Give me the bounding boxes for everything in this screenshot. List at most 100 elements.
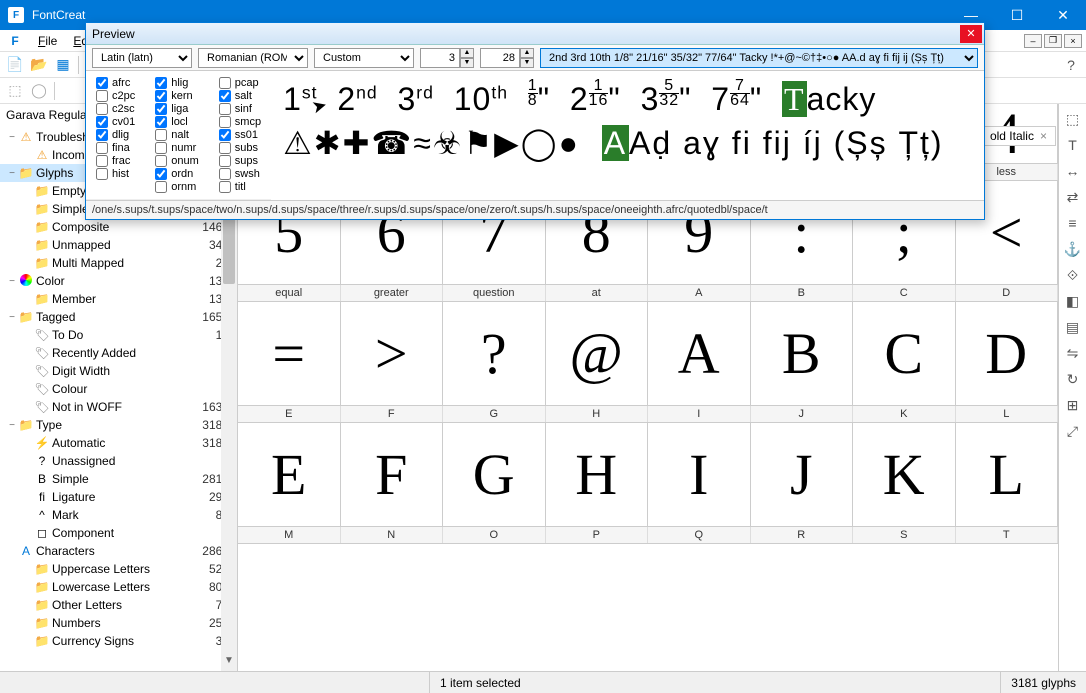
- checkbox-fina[interactable]: [96, 142, 108, 154]
- size-input[interactable]: [480, 48, 520, 68]
- feature-check-onum[interactable]: onum: [155, 155, 199, 167]
- checkbox-sups[interactable]: [219, 155, 231, 167]
- spin-up-icon[interactable]: ▲: [520, 48, 534, 58]
- feature-check-sinf[interactable]: sinf: [219, 103, 261, 115]
- feature-check-cv01[interactable]: cv01: [96, 116, 135, 128]
- tool-fit-icon[interactable]: ⤢: [1062, 420, 1084, 442]
- tree-row-member[interactable]: 📁Member130: [0, 290, 237, 308]
- checkbox-titl[interactable]: [219, 181, 231, 193]
- feature-check-c2pc[interactable]: c2pc: [96, 90, 135, 102]
- glyph-cell[interactable]: K: [853, 423, 956, 527]
- tree-row-numbers[interactable]: 📁Numbers251: [0, 614, 237, 632]
- tree-row-component[interactable]: ◻Component0: [0, 524, 237, 542]
- tree-row-digit-width[interactable]: 🏷Digit Width0: [0, 362, 237, 380]
- feature-check-pcap[interactable]: pcap: [219, 77, 261, 89]
- tree-row-unmapped[interactable]: 📁Unmapped340: [0, 236, 237, 254]
- glyph-cell[interactable]: E: [238, 423, 341, 527]
- menu-file[interactable]: File: [30, 32, 65, 50]
- tree-row-colour[interactable]: 🏷Colour0: [0, 380, 237, 398]
- glyph-cell[interactable]: J: [751, 423, 854, 527]
- checkbox-sinf[interactable]: [219, 103, 231, 115]
- checkbox-locl[interactable]: [155, 116, 167, 128]
- expander-icon[interactable]: −: [6, 420, 18, 431]
- columns-input[interactable]: [420, 48, 460, 68]
- tree-row-uppercase-letters[interactable]: 📁Uppercase Letters524: [0, 560, 237, 578]
- feature-check-ss01[interactable]: ss01: [219, 129, 261, 141]
- close-button[interactable]: ✕: [1040, 0, 1086, 30]
- checkbox-frac[interactable]: [96, 155, 108, 167]
- checkbox-hist[interactable]: [96, 168, 108, 180]
- tool-kern-icon[interactable]: ⇄: [1062, 186, 1084, 208]
- tool-align-icon[interactable]: ⊞: [1062, 394, 1084, 416]
- feature-check-c2sc[interactable]: c2sc: [96, 103, 135, 115]
- tree-row-simple[interactable]: BSimple2810: [0, 470, 237, 488]
- tool-pointer-icon[interactable]: ⬚: [1062, 108, 1084, 130]
- checkbox-liga[interactable]: [155, 103, 167, 115]
- maximize-button[interactable]: ☐: [994, 0, 1040, 30]
- glyph-cell[interactable]: ?: [443, 302, 546, 406]
- mdi-close-button[interactable]: ×: [1064, 34, 1082, 48]
- tab-close-icon[interactable]: ×: [1040, 129, 1047, 143]
- checkbox-nalt[interactable]: [155, 129, 167, 141]
- checkbox-salt[interactable]: [219, 90, 231, 102]
- glyph-cell[interactable]: F: [341, 423, 444, 527]
- checkbox-hlig[interactable]: [155, 77, 167, 89]
- feature-check-ordn[interactable]: ordn: [155, 168, 199, 180]
- tree-row-composite[interactable]: 📁Composite1464: [0, 218, 237, 236]
- expander-icon[interactable]: −: [6, 312, 18, 323]
- glyph-cell[interactable]: =: [238, 302, 341, 406]
- tree-row-type[interactable]: −📁Type3181: [0, 416, 237, 434]
- tree-row-color[interactable]: −Color130: [0, 272, 237, 290]
- tool-metrics-icon[interactable]: ↔: [1062, 160, 1084, 182]
- feature-check-ornm[interactable]: ornm: [155, 181, 199, 193]
- feature-check-locl[interactable]: locl: [155, 116, 199, 128]
- glyph-cell[interactable]: A: [648, 302, 751, 406]
- feature-check-liga[interactable]: liga: [155, 103, 199, 115]
- script-select[interactable]: Latin (latn): [92, 48, 192, 68]
- mdi-restore-button[interactable]: ❐: [1044, 34, 1062, 48]
- tool-anchor-icon[interactable]: ⚓: [1062, 238, 1084, 260]
- feature-check-smcp[interactable]: smcp: [219, 116, 261, 128]
- checkbox-numr[interactable]: [155, 142, 167, 154]
- feature-check-dlig[interactable]: dlig: [96, 129, 135, 141]
- feature-select[interactable]: Custom: [314, 48, 414, 68]
- glyph-cell[interactable]: @: [546, 302, 649, 406]
- checkbox-ordn[interactable]: [155, 168, 167, 180]
- checkbox-kern[interactable]: [155, 90, 167, 102]
- expander-icon[interactable]: −: [6, 132, 18, 143]
- feature-check-hist[interactable]: hist: [96, 168, 135, 180]
- tool-flip-icon[interactable]: ⇋: [1062, 342, 1084, 364]
- open-icon[interactable]: 📂: [28, 54, 50, 76]
- checkbox-afrc[interactable]: [96, 77, 108, 89]
- feature-check-salt[interactable]: salt: [219, 90, 261, 102]
- tool-glyph-icon[interactable]: T: [1062, 134, 1084, 156]
- feature-check-frac[interactable]: frac: [96, 155, 135, 167]
- spin-down-icon[interactable]: ▼: [520, 58, 534, 68]
- tree-row-ligature[interactable]: fiLigature290: [0, 488, 237, 506]
- select-rect-icon[interactable]: ⬚: [4, 80, 26, 102]
- spin-down-icon[interactable]: ▼: [460, 58, 474, 68]
- select-lasso-icon[interactable]: ◯: [28, 80, 50, 102]
- feature-check-subs[interactable]: subs: [219, 142, 261, 154]
- glyph-cell[interactable]: D: [956, 302, 1059, 406]
- checkbox-smcp[interactable]: [219, 116, 231, 128]
- tree-row-automatic[interactable]: ⚡Automatic3180: [0, 434, 237, 452]
- checkbox-c2sc[interactable]: [96, 103, 108, 115]
- new-icon[interactable]: 📄: [4, 54, 26, 76]
- glyph-cell[interactable]: C: [853, 302, 956, 406]
- checkbox-subs[interactable]: [219, 142, 231, 154]
- tree-row-tagged[interactable]: −📁Tagged1651: [0, 308, 237, 326]
- expander-icon[interactable]: −: [6, 276, 18, 287]
- feature-check-numr[interactable]: numr: [155, 142, 199, 154]
- checkbox-dlig[interactable]: [96, 129, 108, 141]
- tool-guides-icon[interactable]: ≡: [1062, 212, 1084, 234]
- checkbox-ss01[interactable]: [219, 129, 231, 141]
- glyph-cell[interactable]: B: [751, 302, 854, 406]
- scroll-down-icon[interactable]: ▼: [221, 655, 237, 671]
- sample-text-combo[interactable]: 2nd 3rd 10th 1/8" 21/16" 35/32" 77/64" T…: [540, 48, 978, 68]
- expander-icon[interactable]: −: [6, 168, 18, 179]
- feature-check-sups[interactable]: sups: [219, 155, 261, 167]
- checkbox-pcap[interactable]: [219, 77, 231, 89]
- help-icon[interactable]: ?: [1060, 54, 1082, 76]
- glyph-cell[interactable]: I: [648, 423, 751, 527]
